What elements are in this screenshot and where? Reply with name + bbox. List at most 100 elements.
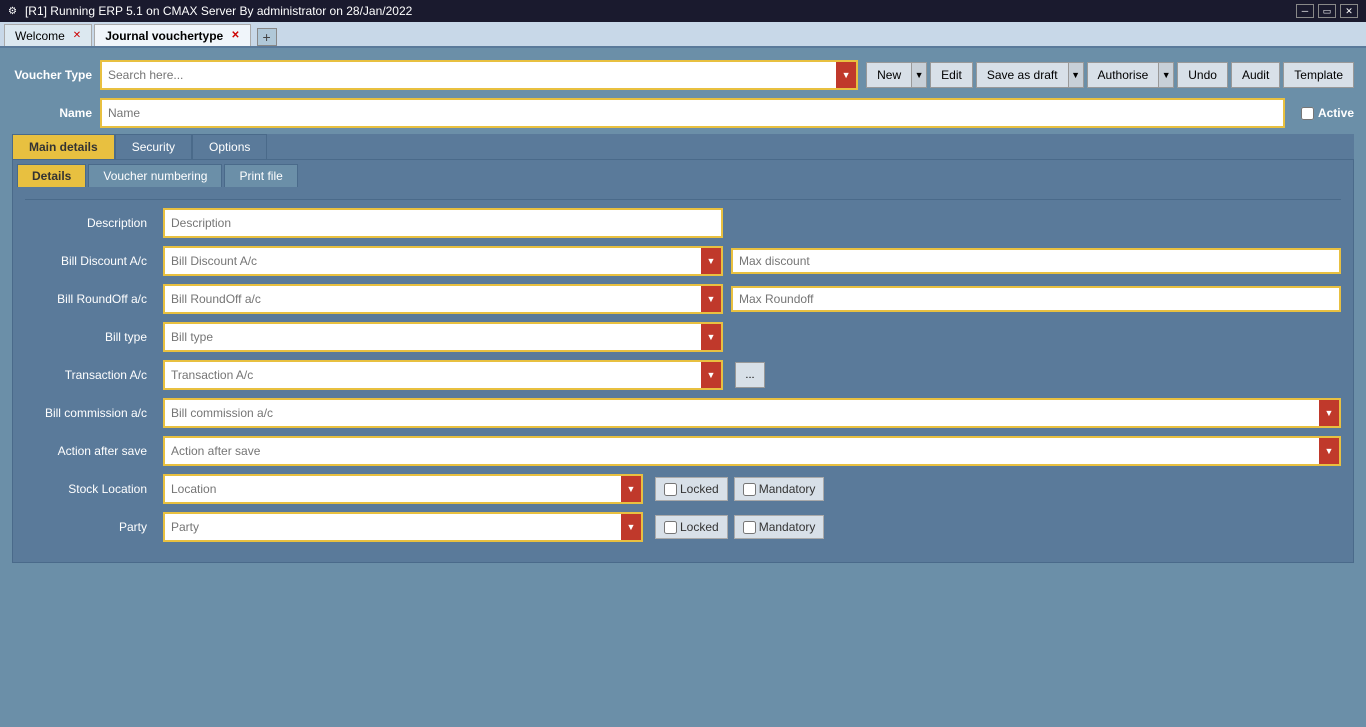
location-locked-checkbox[interactable] bbox=[664, 483, 677, 496]
stock-location-label: Stock Location bbox=[25, 482, 155, 496]
form-area: Details Voucher numbering Print file Des… bbox=[12, 159, 1354, 563]
bill-type-dropdown[interactable]: ▼ bbox=[701, 324, 721, 350]
inner-tab-details[interactable]: Details bbox=[17, 164, 86, 187]
bill-discount-input[interactable] bbox=[165, 248, 701, 274]
party-checkbox-group: Locked Mandatory bbox=[655, 515, 824, 539]
toolbar: New ▼ Edit Save as draft ▼ Authorise ▼ U… bbox=[866, 62, 1354, 88]
party-dropdown[interactable]: ▼ bbox=[621, 514, 641, 540]
tab-security[interactable]: Security bbox=[115, 134, 192, 159]
bill-roundoff-input[interactable] bbox=[165, 286, 701, 312]
bill-commission-dropdown[interactable]: ▼ bbox=[1319, 400, 1339, 426]
party-dropdown-wrapper: ▼ bbox=[163, 512, 643, 542]
bill-discount-dropdown[interactable]: ▼ bbox=[701, 248, 721, 274]
transaction-row: Transaction A/c ▼ ... bbox=[25, 360, 1341, 390]
close-button[interactable]: ✕ bbox=[1340, 4, 1358, 18]
save-draft-arrow[interactable]: ▼ bbox=[1068, 62, 1084, 88]
tab-options[interactable]: Options bbox=[192, 134, 267, 159]
action-after-save-row: Action after save ▼ bbox=[25, 436, 1341, 466]
voucher-type-search-input[interactable] bbox=[102, 62, 836, 88]
max-discount-input[interactable] bbox=[731, 248, 1341, 274]
authorise-arrow[interactable]: ▼ bbox=[1158, 62, 1174, 88]
action-after-save-label: Action after save bbox=[25, 444, 155, 458]
tab-welcome-label: Welcome bbox=[15, 29, 65, 43]
party-locked-checkbox[interactable] bbox=[664, 521, 677, 534]
tab-journal-close[interactable]: ✕ bbox=[231, 30, 239, 41]
name-row: Name Active bbox=[12, 98, 1354, 128]
app-icon: ⚙ bbox=[8, 6, 17, 17]
section-tabs: Main details Security Options bbox=[12, 134, 1354, 159]
inner-tab-voucher-numbering[interactable]: Voucher numbering bbox=[88, 164, 222, 187]
transaction-input[interactable] bbox=[165, 362, 701, 388]
active-checkbox-group: Active bbox=[1301, 106, 1354, 120]
party-mandatory-checkbox[interactable] bbox=[743, 521, 756, 534]
location-locked-item[interactable]: Locked bbox=[655, 477, 728, 501]
save-draft-button[interactable]: Save as draft bbox=[976, 62, 1068, 88]
action-after-save-dropdown[interactable]: ▼ bbox=[1319, 438, 1339, 464]
party-input[interactable] bbox=[165, 514, 621, 540]
name-label: Name bbox=[12, 106, 92, 120]
party-row: Party ▼ Locked Mandatory bbox=[25, 512, 1341, 542]
tab-journal-vouchertype[interactable]: Journal vouchertype ✕ bbox=[94, 24, 250, 46]
inner-tabs: Details Voucher numbering Print file bbox=[13, 160, 1353, 187]
tab-main-details[interactable]: Main details bbox=[12, 134, 115, 159]
authorise-button-group: Authorise ▼ bbox=[1087, 62, 1175, 88]
bill-commission-row: Bill commission a/c ▼ bbox=[25, 398, 1341, 428]
voucher-type-row: Voucher Type ▼ New ▼ Edit Save as draft … bbox=[12, 60, 1354, 90]
bill-commission-input[interactable] bbox=[165, 400, 1319, 426]
inner-tab-print-file[interactable]: Print file bbox=[224, 164, 297, 187]
transaction-label: Transaction A/c bbox=[25, 368, 155, 382]
description-row: Description bbox=[25, 208, 1341, 238]
window-controls: ─ ▭ ✕ bbox=[1296, 4, 1358, 18]
voucher-type-search-wrapper: ▼ bbox=[100, 60, 858, 90]
voucher-type-dropdown-btn[interactable]: ▼ bbox=[836, 62, 856, 88]
tab-welcome[interactable]: Welcome ✕ bbox=[4, 24, 92, 46]
tab-bar: Welcome ✕ Journal vouchertype ✕ + bbox=[0, 22, 1366, 48]
name-input[interactable] bbox=[102, 100, 1283, 126]
bill-type-row: Bill type ▼ bbox=[25, 322, 1341, 352]
party-mandatory-label: Mandatory bbox=[759, 520, 816, 534]
undo-button[interactable]: Undo bbox=[1177, 62, 1228, 88]
voucher-type-label: Voucher Type bbox=[12, 68, 92, 82]
main-content: Voucher Type ▼ New ▼ Edit Save as draft … bbox=[0, 48, 1366, 571]
edit-button[interactable]: Edit bbox=[930, 62, 973, 88]
location-mandatory-label: Mandatory bbox=[759, 482, 816, 496]
party-locked-item[interactable]: Locked bbox=[655, 515, 728, 539]
bill-commission-label: Bill commission a/c bbox=[25, 406, 155, 420]
restore-button[interactable]: ▭ bbox=[1318, 4, 1336, 18]
transaction-wrapper: ▼ bbox=[163, 360, 723, 390]
tab-welcome-close[interactable]: ✕ bbox=[73, 30, 81, 41]
transaction-dropdown[interactable]: ▼ bbox=[701, 362, 721, 388]
new-dropdown-arrow[interactable]: ▼ bbox=[911, 62, 927, 88]
divider bbox=[25, 199, 1341, 200]
location-dropdown[interactable]: ▼ bbox=[621, 476, 641, 502]
authorise-button[interactable]: Authorise bbox=[1087, 62, 1159, 88]
stock-location-row: Stock Location ▼ Locked Mandatory bbox=[25, 474, 1341, 504]
party-mandatory-item[interactable]: Mandatory bbox=[734, 515, 825, 539]
audit-button[interactable]: Audit bbox=[1231, 62, 1280, 88]
save-draft-button-group: Save as draft ▼ bbox=[976, 62, 1084, 88]
bill-roundoff-wrapper: ▼ bbox=[163, 284, 723, 314]
ellipsis-button[interactable]: ... bbox=[735, 362, 765, 388]
bill-discount-row: Bill Discount A/c ▼ bbox=[25, 246, 1341, 276]
bill-roundoff-dropdown[interactable]: ▼ bbox=[701, 286, 721, 312]
active-checkbox[interactable] bbox=[1301, 107, 1314, 120]
max-roundoff-input[interactable] bbox=[731, 286, 1341, 312]
bill-roundoff-label: Bill RoundOff a/c bbox=[25, 292, 155, 306]
name-input-wrapper bbox=[100, 98, 1285, 128]
bill-type-wrapper: ▼ bbox=[163, 322, 723, 352]
new-button[interactable]: New bbox=[866, 62, 911, 88]
add-tab-button[interactable]: + bbox=[257, 28, 277, 46]
template-button[interactable]: Template bbox=[1283, 62, 1354, 88]
bill-type-input[interactable] bbox=[165, 324, 701, 350]
action-after-save-input[interactable] bbox=[165, 438, 1319, 464]
minimize-button[interactable]: ─ bbox=[1296, 4, 1314, 18]
bill-commission-wrapper: ▼ bbox=[163, 398, 1341, 428]
bill-type-label: Bill type bbox=[25, 330, 155, 344]
location-input[interactable] bbox=[165, 476, 621, 502]
location-dropdown-wrapper: ▼ bbox=[163, 474, 643, 504]
description-input[interactable] bbox=[165, 210, 721, 236]
location-mandatory-item[interactable]: Mandatory bbox=[734, 477, 825, 501]
location-mandatory-checkbox[interactable] bbox=[743, 483, 756, 496]
active-label: Active bbox=[1318, 106, 1354, 120]
description-label: Description bbox=[25, 216, 155, 230]
